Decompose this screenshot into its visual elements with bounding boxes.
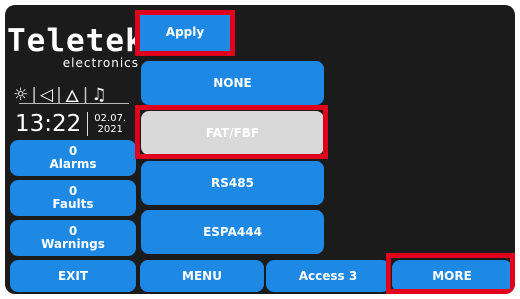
bell-icon: ♫ [91,84,107,105]
brand-name: Teletek [7,23,145,59]
warnings-label: Warnings [41,237,105,251]
warnings-counter-button[interactable]: 0 Warnings [10,220,136,256]
faults-label: Faults [52,197,94,211]
speaker-icon: ◁ [39,84,54,105]
fat-fbf-highlight [135,105,328,159]
control-panel-screen: Teletek electronics ☼ | ◁ | 🜂 | ♫ 13:22 02.… [5,5,515,294]
teletek-logo: Teletek electronics [7,25,145,69]
alarms-counter-button[interactable]: 0 Alarms [10,140,136,176]
faults-counter-button[interactable]: 0 Faults [10,180,136,216]
sun-icon: ☼ [13,84,29,105]
clock-date: 02.07. 2021 [94,113,126,135]
option-espa444-button[interactable]: ESPA444 [141,210,324,254]
more-highlight [386,253,515,294]
alarms-label: Alarms [49,157,97,171]
date-year: 2021 [97,124,123,135]
clock: 13:22 02.07. 2021 [15,111,126,137]
option-none-button[interactable]: NONE [141,61,324,105]
fire-icon: 🜂 [64,87,80,107]
apply-highlight [135,10,235,56]
option-rs485-button[interactable]: RS485 [141,161,324,205]
clock-divider [87,112,89,136]
menu-button[interactable]: MENU [140,260,264,292]
exit-button[interactable]: EXIT [10,260,136,292]
divider [19,103,129,104]
status-icons: ☼ | ◁ | 🜂 | ♫ [13,77,107,112]
clock-time: 13:22 [15,111,82,137]
access-level-button[interactable]: Access 3 [266,260,390,292]
date-day-month: 02.07. [94,113,127,124]
